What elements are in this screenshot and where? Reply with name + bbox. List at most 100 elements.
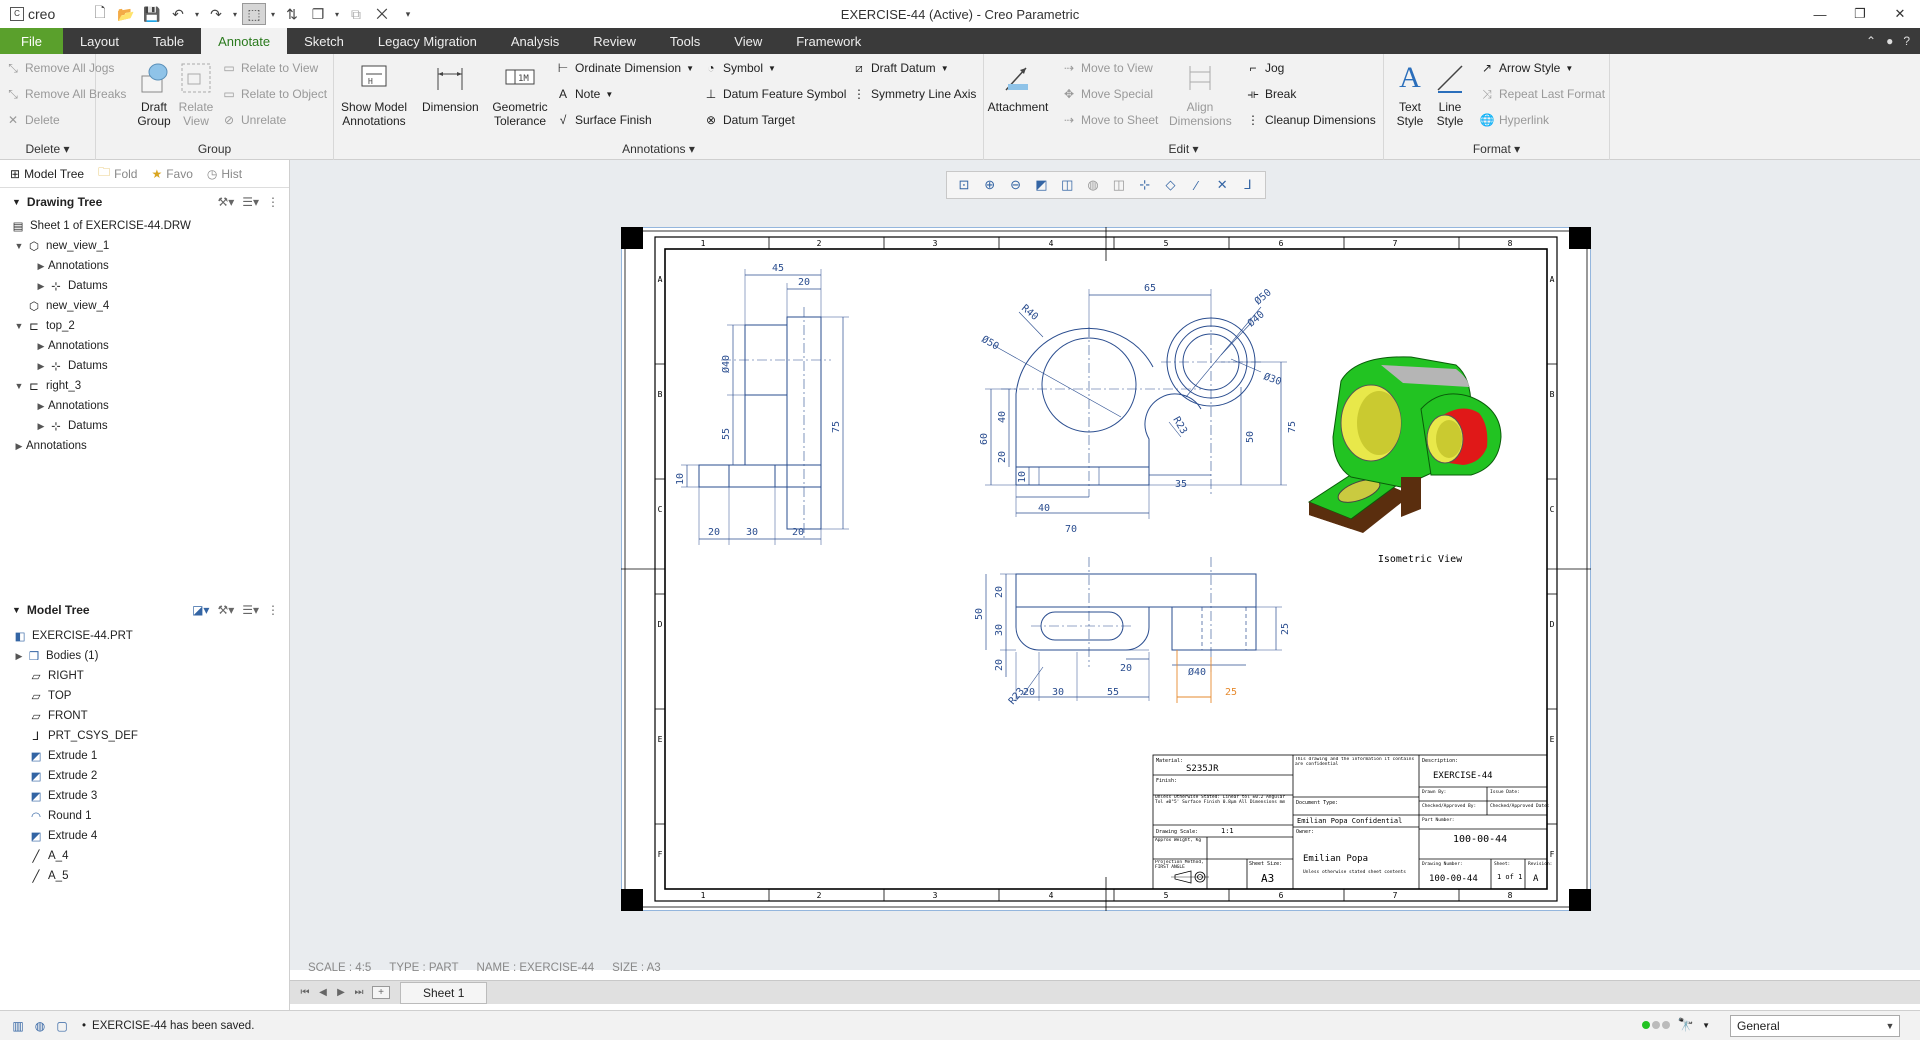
move-to-view-button[interactable]: ⇢ Move to View: [1062, 57, 1153, 79]
customize-qat-icon[interactable]: ▾: [396, 3, 420, 25]
group-label-delete[interactable]: Delete ▾: [0, 142, 95, 156]
help-icon[interactable]: ?: [1903, 34, 1910, 48]
tree-item-datum-plane[interactable]: ▱ TOP: [0, 686, 289, 706]
nav-tab-folder[interactable]: 🗀 Fold: [94, 160, 141, 187]
refit-icon[interactable]: ⊡: [955, 176, 973, 194]
datum-target-button[interactable]: ⊗ Datum Target: [704, 109, 795, 131]
dimension-text[interactable]: 40: [997, 411, 1008, 423]
hyperlink-button[interactable]: 🌐 Hyperlink: [1480, 109, 1549, 131]
point-display-icon[interactable]: ✕: [1213, 176, 1231, 194]
windows-dropdown-icon[interactable]: ▾: [332, 3, 342, 25]
highlighted-dimension-text[interactable]: 25: [1225, 687, 1237, 698]
dimension-text[interactable]: 75: [831, 421, 842, 433]
dimension-button[interactable]: Dimension: [422, 58, 479, 114]
expand-icon[interactable]: ▼: [12, 241, 26, 251]
user-icon[interactable]: ●: [1886, 34, 1893, 48]
zoom-out-icon[interactable]: ⊖: [1007, 176, 1025, 194]
drawing-tree-show-icon[interactable]: ☰▾: [242, 195, 259, 209]
nav-tab-favorites[interactable]: ★ Favo: [147, 164, 196, 184]
tree-item-feature[interactable]: ◩ Extrude 2: [0, 766, 289, 786]
group-label-format[interactable]: Format ▾: [1384, 142, 1609, 156]
axis-display-icon[interactable]: ⁄: [1187, 176, 1205, 194]
cleanup-dimensions-button[interactable]: ⋮ Cleanup Dimensions: [1246, 109, 1376, 131]
tab-layout[interactable]: Layout: [63, 28, 136, 54]
tree-item-csys[interactable]: ⅃ PRT_CSYS_DEF: [0, 726, 289, 746]
add-sheet-icon[interactable]: +: [372, 986, 390, 999]
relate-view-button[interactable]: Relate View: [176, 58, 216, 128]
tree-item-datums[interactable]: ▶ ⊹ Datums: [0, 416, 289, 436]
tree-item-annotations[interactable]: ▶ Annotations: [0, 336, 289, 356]
selection-filter[interactable]: General ▼: [1730, 1015, 1900, 1037]
dimension-text[interactable]: 20: [997, 451, 1008, 463]
dimension-text[interactable]: 20: [1120, 663, 1132, 674]
move-to-sheet-button[interactable]: ⇢ Move to Sheet: [1062, 109, 1158, 131]
dimension-text[interactable]: 50: [1245, 431, 1256, 443]
model-tree-display-icon[interactable]: ◪▾: [192, 603, 209, 617]
tab-file[interactable]: File: [0, 28, 63, 54]
save-icon[interactable]: 💾: [140, 3, 164, 25]
tree-item-part[interactable]: ◧ EXERCISE-44.PRT: [0, 626, 289, 646]
datum-feature-symbol-button[interactable]: ⊥ Datum Feature Symbol: [704, 83, 847, 105]
expand-icon[interactable]: ▶: [12, 441, 26, 452]
dimension-text[interactable]: 50: [974, 608, 985, 620]
drawing-sheet[interactable]: 1 2 3 4 5 6 7 8 1 2 3 4 5 6 7 8 A B C D …: [621, 227, 1591, 911]
windows-icon[interactable]: ❐: [306, 3, 330, 25]
tab-view[interactable]: View: [717, 28, 779, 54]
collapse-model-tree-icon[interactable]: ▼: [12, 605, 21, 615]
find-dropdown-icon[interactable]: ▼: [1702, 1021, 1710, 1030]
arrow-style-button[interactable]: ↗ Arrow Style ▼: [1480, 57, 1573, 79]
dimension-text[interactable]: 30: [746, 527, 758, 538]
tree-item-axis[interactable]: ╱ A_5: [0, 866, 289, 886]
dimension-text[interactable]: 25: [1280, 623, 1291, 635]
select-dropdown-icon[interactable]: ▾: [268, 3, 278, 25]
drawing-tree-settings-icon[interactable]: ⚒▾: [217, 195, 234, 209]
drawing-tree-header[interactable]: ▼ Drawing Tree ⚒▾ ☰▾ ⋮: [0, 188, 289, 216]
show-model-annotations-button[interactable]: H Show Model Annotations: [341, 58, 407, 128]
repeat-last-format-button[interactable]: ⤨ Repeat Last Format: [1480, 83, 1605, 105]
drawing-tree-filter-icon[interactable]: ⋮: [267, 195, 279, 209]
dimension-text[interactable]: 20: [798, 277, 810, 288]
find-icon[interactable]: 🔭: [1678, 1017, 1694, 1033]
select-box-icon[interactable]: ⬚: [242, 3, 266, 25]
dimension-text[interactable]: 20: [792, 527, 804, 538]
previous-sheet-icon[interactable]: ◀: [314, 987, 332, 998]
tab-framework[interactable]: Framework: [779, 28, 878, 54]
regenerate-icon[interactable]: ⇅: [280, 3, 304, 25]
dimension-text[interactable]: 20: [708, 527, 720, 538]
redo-dropdown-icon[interactable]: ▾: [230, 3, 240, 25]
full-screen-icon[interactable]: ▢: [54, 1018, 70, 1034]
dimension-text[interactable]: 10: [675, 473, 686, 485]
delete-button[interactable]: ✕ Delete: [6, 109, 60, 131]
model-tree-header[interactable]: ▼ Model Tree ◪▾ ⚒▾ ☰▾ ⋮: [0, 596, 289, 624]
close-window-icon[interactable]: ⨉: [370, 3, 394, 25]
dimension-text[interactable]: 30: [994, 624, 1005, 636]
ordinate-dimension-button[interactable]: ⊢ Ordinate Dimension ▼: [556, 57, 694, 79]
draft-datum-button[interactable]: ⧄ Draft Datum ▼: [852, 57, 948, 79]
dimension-text[interactable]: 70: [1065, 524, 1077, 535]
relate-to-view-button[interactable]: ▭ Relate to View: [222, 57, 318, 79]
undo-dropdown-icon[interactable]: ▾: [192, 3, 202, 25]
tab-sketch[interactable]: Sketch: [287, 28, 361, 54]
move-special-button[interactable]: ✥ Move Special: [1062, 83, 1153, 105]
text-style-button[interactable]: A Text Style: [1390, 58, 1430, 129]
tree-item-feature[interactable]: ◠ Round 1: [0, 806, 289, 826]
last-sheet-icon[interactable]: ⏭: [350, 987, 368, 998]
zoom-in-icon[interactable]: ⊕: [981, 176, 999, 194]
unrelate-button[interactable]: ⊘ Unrelate: [222, 109, 286, 131]
collapse-drawing-tree-icon[interactable]: ▼: [12, 197, 21, 207]
attachment-button[interactable]: Attachment: [988, 58, 1048, 114]
align-dimensions-button[interactable]: Align Dimensions: [1169, 58, 1232, 128]
tree-item-datum-plane[interactable]: ▱ FRONT: [0, 706, 289, 726]
next-sheet-icon[interactable]: ▶: [332, 987, 350, 998]
expand-icon[interactable]: ▶: [34, 361, 48, 372]
dimension-text[interactable]: 65: [1144, 283, 1156, 294]
collapse-ribbon-icon[interactable]: ⌃: [1866, 34, 1876, 48]
csys-display-icon[interactable]: ⅃: [1239, 176, 1257, 194]
annotation-display-icon[interactable]: ◇: [1162, 176, 1180, 194]
draft-group-button[interactable]: Draft Group: [134, 58, 174, 128]
relate-to-object-button[interactable]: ▭ Relate to Object: [222, 83, 327, 105]
dimension-text[interactable]: 60: [979, 433, 990, 445]
surface-finish-button[interactable]: √ Surface Finish: [556, 109, 652, 131]
regeneration-status-icon[interactable]: [1641, 1021, 1670, 1029]
display-style-icon[interactable]: ◫: [1058, 176, 1076, 194]
